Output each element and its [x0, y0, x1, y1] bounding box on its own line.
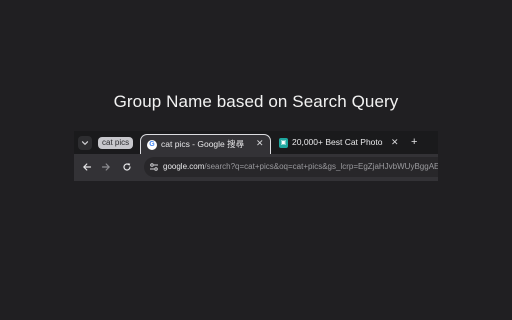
url-host: google.com [163, 162, 205, 171]
arrow-left-icon [83, 163, 92, 171]
tab-title: 20,000+ Best Cat Photos [292, 137, 383, 147]
tab-inactive[interactable]: ▣ 20,000+ Best Cat Photos ✕ [275, 135, 405, 153]
back-button[interactable] [80, 160, 94, 174]
tab-strip: cat pics G cat pics - Google 搜尋 ✕ ▣ 20,0… [74, 131, 438, 156]
reload-icon [123, 163, 131, 171]
browser-toolbar: google.com/search?q=cat+pics&oq=cat+pics… [74, 154, 438, 181]
tab-search-button[interactable] [78, 136, 92, 150]
new-tab-button[interactable]: + [411, 135, 417, 149]
site-icon: ▣ [279, 138, 288, 148]
tune-icon [150, 163, 158, 171]
arrow-right-icon [101, 163, 110, 171]
tab-active[interactable]: G cat pics - Google 搜尋 ✕ [140, 134, 271, 156]
tab-title: cat pics - Google 搜尋 [161, 139, 245, 149]
site-info-button[interactable] [147, 160, 161, 174]
google-icon: G [147, 140, 157, 150]
reload-button[interactable] [120, 160, 134, 174]
forward-button[interactable] [99, 160, 113, 174]
close-icon[interactable]: ✕ [256, 137, 264, 149]
chevron-down-icon [81, 141, 89, 145]
address-bar[interactable]: google.com/search?q=cat+pics&oq=cat+pics… [144, 157, 438, 177]
tab-group-chip[interactable]: cat pics [98, 137, 134, 149]
browser-window: cat pics G cat pics - Google 搜尋 ✕ ▣ 20,0… [74, 131, 438, 181]
url-text: google.com/search?q=cat+pics&oq=cat+pics… [163, 162, 438, 171]
url-path: /search?q=cat+pics&oq=cat+pics&gs_lcrp=E… [204, 162, 438, 171]
page-headline: Group Name based on Search Query [113, 92, 399, 111]
close-icon[interactable]: ✕ [391, 136, 399, 148]
